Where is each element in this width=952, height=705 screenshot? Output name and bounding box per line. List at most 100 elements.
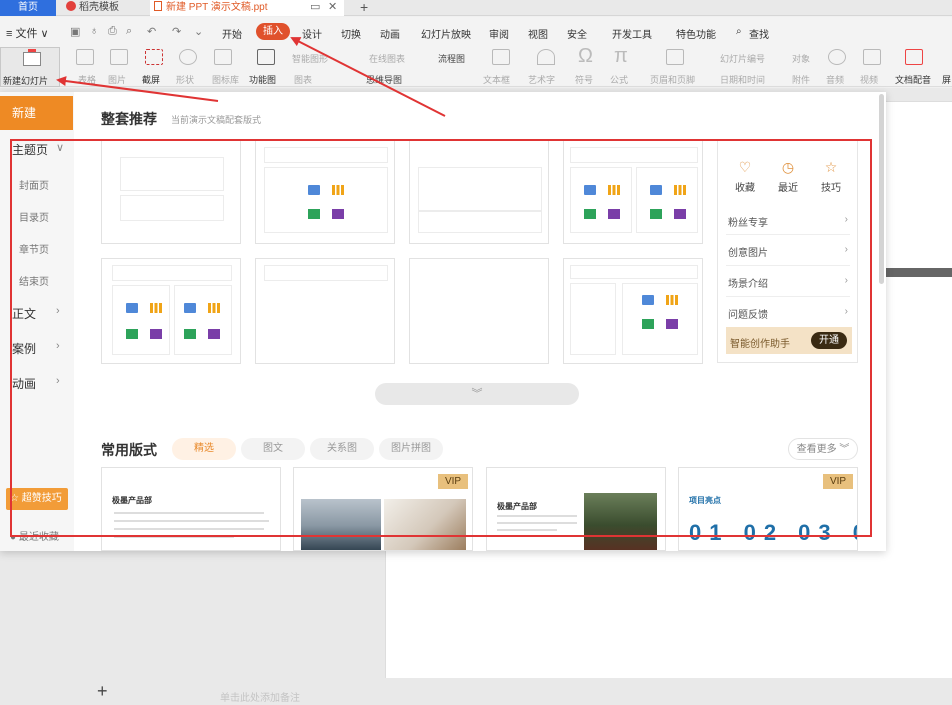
new-tab-button[interactable]: + [356,0,374,16]
header-footer-icon[interactable] [666,49,684,65]
common-layout-thumbnail[interactable]: 极墨产品部 [486,467,666,551]
layout-thumbnail[interactable] [101,140,241,244]
sidebar-item-animation[interactable]: 动画 [12,375,36,392]
ribbon-slide-number[interactable]: 幻灯片编号 [720,52,765,65]
add-slide-button[interactable]: + [97,682,108,700]
row-fan-exclusive[interactable]: 粉丝专享 › [728,214,848,229]
common-layout-thumbnail[interactable]: VIP 项目亮点 01 02 03 04 [678,467,858,551]
row-creative-images[interactable]: 创意图片 › [728,244,848,259]
icon-library-icon[interactable] [214,49,232,65]
notes-placeholder[interactable]: 单击此处添加备注 [220,689,300,704]
row-feedback[interactable]: 问题反馈 › [728,306,848,321]
menu-transition[interactable]: 切换 [341,26,361,41]
tab-document[interactable]: 新建 PPT 演示文稿.ppt ▭ ✕ [150,0,344,16]
recent-favorites[interactable]: ● 最近收藏 [10,528,59,543]
panel-scrollbar[interactable] [879,94,884,284]
chip-collage[interactable]: 图片拼图 [379,438,443,460]
chip-featured[interactable]: 精选 [172,438,236,460]
new-slide-button[interactable]: 新建幻灯片 [0,47,60,87]
menu-start[interactable]: 开始 [222,26,242,41]
tab-draft-templates[interactable]: 稻壳模板 [62,0,148,16]
menu-file[interactable]: ≡ 文件 ∨ [6,25,49,41]
symbol-icon[interactable]: Ω [578,45,593,68]
sidebar-item-end[interactable]: 结束页 [19,273,49,288]
ribbon-online-chart[interactable]: 在线图表 [369,52,405,65]
save-icon[interactable]: ▣ [70,25,80,38]
layout-thumbnail[interactable] [563,258,703,364]
menu-insert[interactable]: 插入 [256,23,290,40]
ribbon-object[interactable]: 对象 [792,52,810,65]
ribbon-flowchart[interactable]: 流程图 [438,52,465,65]
art-text-icon[interactable] [537,49,555,65]
chip-image-text[interactable]: 图文 [241,438,305,460]
placeholder-box [570,147,698,163]
common-layout-thumbnail[interactable]: VIP [293,467,473,551]
function-chart-icon[interactable] [257,49,275,65]
close-tab-icon[interactable]: ✕ [328,0,337,15]
customize-icon[interactable]: ⌄ [194,25,203,38]
doc-dub-icon[interactable] [905,49,923,65]
common-layout-thumbnail[interactable]: 极墨产品部 [101,467,281,551]
menu-find[interactable]: 查找 [749,26,769,41]
menu-view[interactable]: 视图 [528,26,548,41]
shape-icon[interactable] [179,49,197,65]
tab-home[interactable]: 首页 [0,0,56,16]
layout-thumbnail[interactable] [255,258,395,364]
preview-icon[interactable]: ⌕ [126,25,132,38]
layout-thumbnail[interactable] [255,140,395,244]
layout-thumbnail[interactable] [101,258,241,364]
expand-more-button[interactable]: ︾ [375,383,579,405]
format-painter-icon[interactable]: ♁ [90,25,98,37]
text-line [114,512,264,514]
layout-thumbnail[interactable] [563,140,703,244]
recent-link[interactable]: 最近 [778,179,798,194]
thumb-title: 项目亮点 [689,496,721,505]
menu-animation[interactable]: 动画 [380,26,400,41]
tips-link[interactable]: 技巧 [821,179,841,194]
sidebar-item-cover[interactable]: 封面页 [19,177,49,192]
undo-icon[interactable]: ↶ [147,25,156,38]
menu-review[interactable]: 审阅 [489,26,509,41]
sidebar-item-body[interactable]: 正文 [12,305,36,322]
ribbon-date-time[interactable]: 日期和时间 [720,73,765,86]
ribbon-chart[interactable]: 图表 [294,73,312,86]
heart-icon[interactable]: ♡ [737,159,753,175]
sidebar-item-cases[interactable]: 案例 [12,340,36,357]
formula-icon[interactable]: π [614,45,628,68]
search-icon[interactable]: ⌕ [736,26,742,37]
star-icon[interactable]: ☆ [823,159,839,175]
textbox-icon[interactable] [492,49,510,65]
sidebar-item-toc[interactable]: 目录页 [19,209,49,224]
see-more-button[interactable]: 查看更多 ︾ [788,438,858,460]
audio-icon[interactable] [828,49,846,65]
sidebar-item-theme[interactable]: 主题页 [12,141,48,158]
redo-icon[interactable]: ↷ [172,25,181,38]
sidebar-item-new[interactable]: 新建 [0,96,73,130]
ai-assistant-banner[interactable]: 智能创作助手 开通 [726,327,852,354]
video-icon[interactable] [863,49,881,65]
menu-slideshow[interactable]: 幻灯片放映 [421,26,471,41]
menu-features[interactable]: 特色功能 [676,26,716,41]
screenshot-icon[interactable] [145,49,163,65]
ribbon-attachment[interactable]: 附件 [792,73,810,86]
table-icon[interactable] [76,49,94,65]
super-tips-button[interactable]: ☆ 超赞技巧 [6,488,68,510]
sidebar-item-chapter[interactable]: 章节页 [19,241,49,256]
layout-thumbnail[interactable] [409,258,549,364]
layout-thumbnail[interactable] [409,140,549,244]
row-scene-intro[interactable]: 场景介绍 › [728,275,848,290]
placeholder-box [418,211,542,233]
menu-developer[interactable]: 开发工具 [612,26,652,41]
clock-icon[interactable]: ◷ [780,159,796,175]
print-icon[interactable]: ⎙ [108,25,117,38]
favorites-link[interactable]: 收藏 [735,179,755,194]
new-slide-panel: 新建 主题页 ∨ 封面页 目录页 章节页 结束页 正文 › 案例 › 动画 › … [0,92,886,551]
menu-security[interactable]: 安全 [567,26,587,41]
activate-button[interactable]: 开通 [811,332,847,349]
chip-relation[interactable]: 关系图 [310,438,374,460]
menu-design[interactable]: 设计 [302,26,322,41]
window-icon[interactable]: ▭ [310,0,320,15]
ribbon-smart-shape[interactable]: 智能图形 [292,52,328,65]
ribbon-mindmap[interactable]: 思维导图 [366,73,402,86]
image-icon[interactable] [110,49,128,65]
